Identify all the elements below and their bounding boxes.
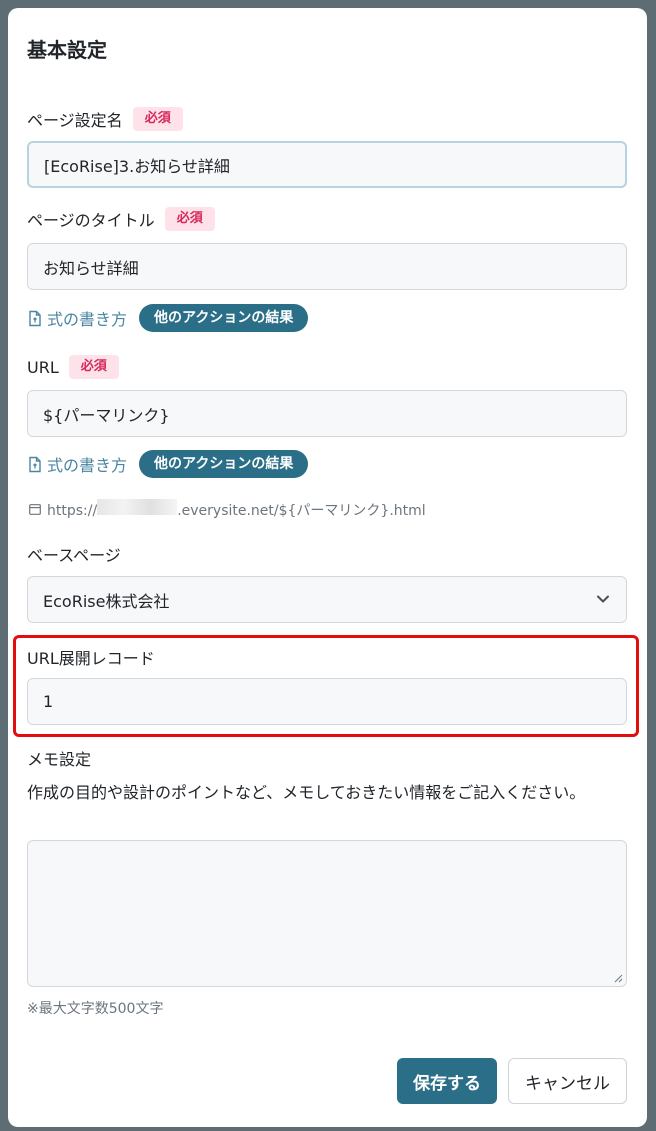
url-record-value: 1 — [43, 692, 54, 711]
page-name-value: [EcoRise]3.お知らせ詳細 — [44, 156, 230, 176]
formula-help-text: 式の書き方 — [47, 310, 128, 329]
page-title-input[interactable]: お知らせ詳細 — [27, 243, 627, 290]
url-input[interactable]: ${パーマリンク} — [27, 390, 627, 437]
other-action-result-button[interactable]: 他のアクションの結果 — [139, 304, 309, 332]
page-name-input[interactable]: [EcoRise]3.お知らせ詳細 — [27, 141, 627, 188]
url-label-text: URL — [27, 357, 59, 377]
formula-help-link[interactable]: 式の書き方 — [27, 306, 127, 330]
browser-window-icon — [29, 504, 41, 515]
base-page-selected: EcoRise株式会社 — [43, 591, 170, 611]
file-formula-icon — [29, 456, 41, 472]
formula-help-link[interactable]: 式の書き方 — [27, 452, 127, 476]
memo-label-text: メモ設定 — [27, 750, 92, 769]
url-label: URL 必須 — [27, 355, 119, 379]
base-page-label: ベースページ — [27, 542, 121, 566]
page-title-label: ページのタイトル 必須 — [27, 207, 215, 231]
url-helpers: 式の書き方 他のアクションの結果 — [27, 450, 309, 478]
dialog-title: 基本設定 — [27, 38, 107, 62]
cancel-button[interactable]: キャンセル — [508, 1058, 627, 1104]
basic-settings-dialog: 基本設定 ページ設定名 必須 [EcoRise]3.お知らせ詳細 ページのタイト… — [8, 8, 647, 1127]
base-page-label-text: ベースページ — [27, 546, 121, 565]
page-title-label-text: ページのタイトル — [27, 211, 155, 230]
memo-textarea[interactable] — [27, 840, 627, 987]
save-button[interactable]: 保存する — [397, 1058, 497, 1104]
required-badge: 必須 — [164, 207, 215, 231]
other-action-result-button[interactable]: 他のアクションの結果 — [139, 450, 309, 478]
url-preview: https:// .everysite.net/${パーマリンク}.html — [29, 499, 426, 520]
url-value: ${パーマリンク} — [43, 405, 170, 425]
page-title-value: お知らせ詳細 — [43, 258, 139, 278]
url-preview-prefix: https:// — [47, 503, 98, 519]
url-record-label: URL展開レコード — [27, 645, 155, 669]
required-badge: 必須 — [132, 107, 183, 131]
redacted-subdomain — [97, 499, 178, 515]
required-badge: 必須 — [68, 355, 119, 379]
formula-help-text: 式の書き方 — [47, 456, 128, 475]
url-record-input[interactable]: 1 — [27, 678, 627, 725]
memo-label: メモ設定 — [27, 746, 91, 770]
resize-grip-icon[interactable] — [613, 973, 623, 983]
memo-limit-note: ※最大文字数500文字 — [27, 1001, 164, 1017]
memo-description: 作成の目的や設計のポイントなど、メモしておきたい情報をご記入ください。 — [27, 783, 586, 802]
chevron-down-icon — [597, 595, 609, 603]
file-formula-icon — [29, 310, 41, 326]
page-name-label-text: ページ設定名 — [27, 111, 123, 130]
page-name-label: ページ設定名 必須 — [27, 107, 183, 131]
page-title-helpers: 式の書き方 他のアクションの結果 — [27, 304, 309, 332]
url-record-label-text: URL展開レコード — [27, 649, 155, 668]
base-page-select[interactable]: EcoRise株式会社 — [27, 576, 627, 623]
url-preview-suffix: .everysite.net/${パーマリンク}.html — [177, 503, 426, 519]
